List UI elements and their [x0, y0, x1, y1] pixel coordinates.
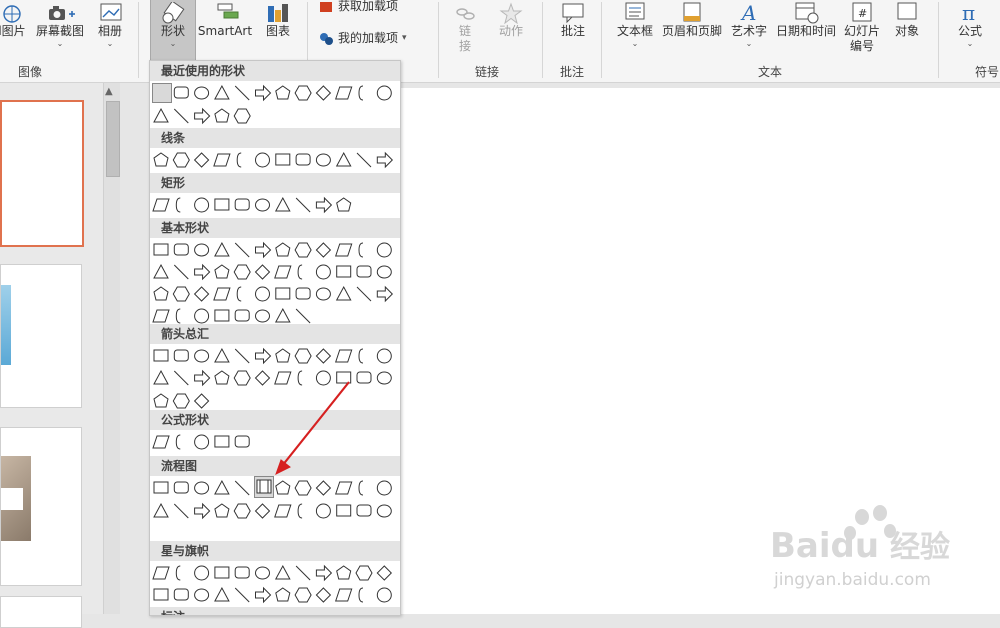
baidu-paw-icon: Baidu 经验 jingyan.baidu.com — [770, 505, 950, 590]
watermark-cn: 经验 — [890, 530, 950, 565]
watermark-brand: Baidu — [770, 526, 879, 566]
baidu-watermark: Baidu 经验 jingyan.baidu.com — [770, 505, 970, 595]
watermark-url: jingyan.baidu.com — [773, 570, 931, 590]
